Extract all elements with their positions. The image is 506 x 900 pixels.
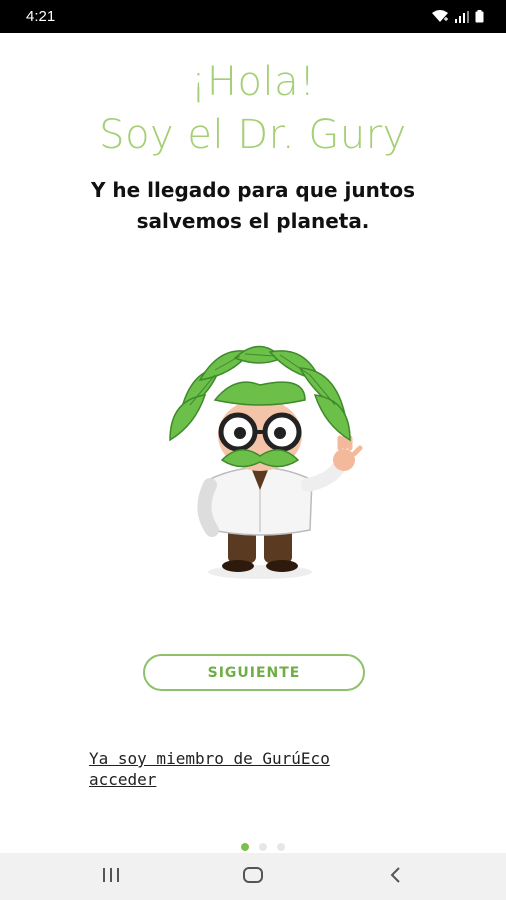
next-button[interactable]: SIGUIENTE [143, 654, 365, 691]
wifi-icon [431, 10, 449, 23]
dr-gury-mascot [160, 340, 365, 585]
status-icons [431, 10, 484, 23]
member-login-link[interactable]: Ya soy miembro de GurúEco acceder [89, 748, 389, 790]
greeting-title: ¡Hola! [190, 59, 316, 105]
home-button[interactable] [223, 857, 283, 897]
member-link-line-1[interactable]: Ya soy miembro de GurúEco [89, 748, 389, 769]
subtitle-line-1: Y he llegado para que juntos [90, 178, 416, 202]
subtitle: Y he llegado para que juntos salvemos el… [0, 175, 506, 237]
greeting-name: Soy el Dr. Gury [99, 112, 407, 158]
system-nav-bar [0, 853, 506, 900]
recent-apps-button[interactable] [81, 857, 141, 897]
home-icon [242, 866, 264, 888]
battery-icon [475, 10, 484, 23]
recent-apps-icon [101, 867, 121, 887]
page-dot-3 [277, 843, 285, 851]
back-icon [388, 866, 402, 888]
status-bar: 4:21 [0, 0, 506, 33]
page-indicator [0, 843, 506, 853]
page-dot-1 [241, 843, 249, 851]
page-dot-2 [259, 843, 267, 851]
subtitle-line-2: salvemos el planeta. [136, 209, 370, 233]
member-link-line-2[interactable]: acceder [89, 769, 389, 790]
status-time: 4:21 [26, 8, 56, 25]
signal-icon [455, 10, 469, 23]
back-button[interactable] [365, 857, 425, 897]
